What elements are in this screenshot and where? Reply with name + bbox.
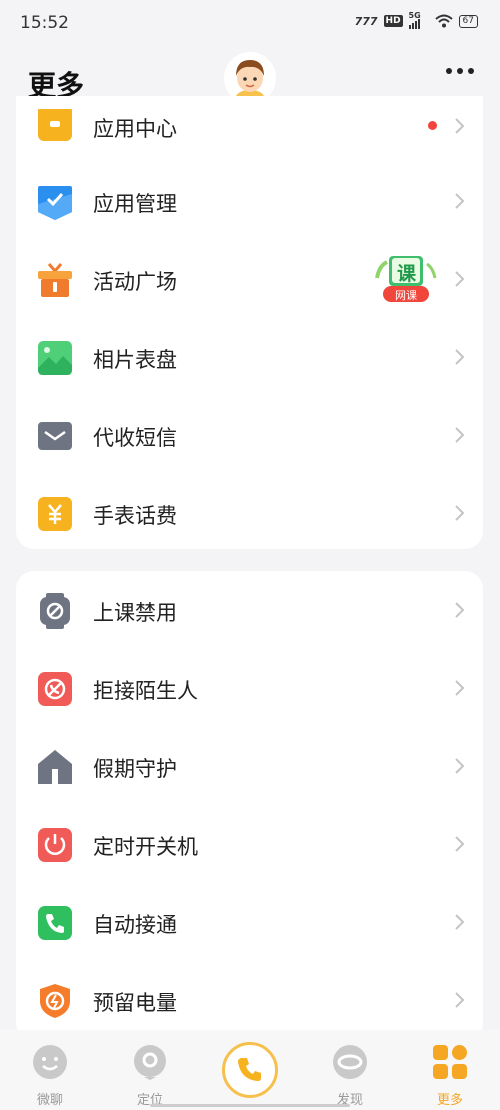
menu-item-label: 相片表盘: [93, 348, 177, 372]
hd-icon: HD: [383, 15, 403, 27]
chevron-right-icon: [455, 602, 465, 618]
battery-icon: 67: [458, 14, 478, 28]
menu-item-label: 手表话费: [93, 504, 177, 528]
online-class-badge[interactable]: 课 网课: [375, 252, 437, 306]
app-management-icon: [38, 186, 72, 220]
menu-item-app-center[interactable]: 应用中心: [16, 96, 483, 165]
shield-bolt-icon: [40, 984, 70, 1018]
menu-item-activity-square[interactable]: 活动广场 课 网课: [16, 240, 483, 318]
chevron-right-icon: [455, 118, 465, 134]
chat-face-icon: [33, 1045, 67, 1079]
status-time: 15:52: [20, 13, 69, 33]
bottom-nav: 微聊 定位 发现 更多: [0, 1030, 500, 1110]
phone-icon: [38, 906, 72, 940]
phone-call-icon: [238, 1058, 261, 1081]
wifi-icon: [434, 14, 453, 28]
nav-item-discover[interactable]: 发现: [315, 1036, 385, 1108]
menu-item-label: 应用管理: [93, 192, 177, 216]
feature-card-2: 上课禁用 拒接陌生人 假期守护 定时开关机 自动接通 预留电量: [16, 571, 483, 1041]
nav-item-chat[interactable]: 微聊: [15, 1036, 85, 1108]
chevron-right-icon: [455, 427, 465, 443]
discover-icon: [333, 1045, 367, 1079]
menu-item-scheduled-power[interactable]: 定时开关机: [16, 805, 483, 883]
menu-item-label: 自动接通: [93, 913, 177, 937]
badge-char: 课: [397, 263, 417, 285]
chevron-right-icon: [455, 836, 465, 852]
chevron-right-icon: [455, 992, 465, 1008]
nav-label: 更多: [436, 1093, 463, 1108]
watch-block-icon: [40, 593, 70, 629]
home-indicator: [150, 1104, 350, 1107]
chevron-right-icon: [455, 680, 465, 696]
chevron-right-icon: [455, 193, 465, 209]
yuan-icon: [38, 497, 72, 531]
network-icon: 777: [354, 14, 378, 28]
nav-item-location[interactable]: 定位: [115, 1036, 185, 1108]
menu-item-watch-billing[interactable]: 手表话费: [16, 474, 483, 549]
menu-item-label: 上课禁用: [93, 601, 177, 625]
menu-item-auto-answer[interactable]: 自动接通: [16, 883, 483, 961]
call-button[interactable]: [222, 1042, 278, 1098]
menu-item-label: 拒接陌生人: [93, 679, 198, 703]
notification-dot: [428, 121, 437, 130]
home-icon: [38, 750, 72, 784]
menu-item-sms-proxy[interactable]: 代收短信: [16, 396, 483, 474]
chevron-right-icon: [455, 914, 465, 930]
chevron-right-icon: [455, 271, 465, 287]
chevron-right-icon: [455, 349, 465, 365]
chevron-right-icon: [455, 505, 465, 521]
menu-item-app-management[interactable]: 应用管理: [16, 162, 483, 240]
status-icons: 777 HD 5G 67: [354, 11, 478, 29]
menu-item-photo-watchface[interactable]: 相片表盘: [16, 318, 483, 396]
nav-label: 微聊: [36, 1093, 63, 1108]
app-center-icon: [38, 109, 72, 141]
chevron-right-icon: [455, 758, 465, 774]
menu-item-label: 活动广场: [93, 270, 177, 294]
block-call-icon: [38, 672, 72, 706]
menu-item-label: 预留电量: [93, 991, 177, 1015]
menu-item-label: 应用中心: [93, 117, 177, 141]
more-options-button[interactable]: [446, 68, 474, 74]
grid-icon: [433, 1045, 467, 1079]
signal-icon: 5G: [408, 11, 429, 29]
badge-label: 网课: [395, 289, 417, 302]
feature-card-1: 应用中心 应用管理 活动广场 课 网课 相片表盘 代收短信 手表话费: [16, 96, 483, 549]
gift-icon: [38, 263, 72, 297]
power-icon: [38, 828, 72, 862]
menu-item-holiday-guard[interactable]: 假期守护: [16, 727, 483, 805]
menu-item-class-disable[interactable]: 上课禁用: [16, 571, 483, 649]
nav-item-more[interactable]: 更多: [415, 1036, 485, 1108]
menu-item-label: 代收短信: [93, 426, 177, 450]
menu-item-label: 假期守护: [93, 757, 177, 781]
status-bar: 15:52 777 HD 5G 67: [0, 0, 500, 46]
menu-item-reject-strangers[interactable]: 拒接陌生人: [16, 649, 483, 727]
location-icon: [134, 1045, 166, 1080]
mail-icon: [38, 422, 72, 450]
photo-icon: [38, 341, 72, 375]
menu-item-reserve-battery[interactable]: 预留电量: [16, 961, 483, 1039]
menu-item-label: 定时开关机: [93, 835, 198, 859]
